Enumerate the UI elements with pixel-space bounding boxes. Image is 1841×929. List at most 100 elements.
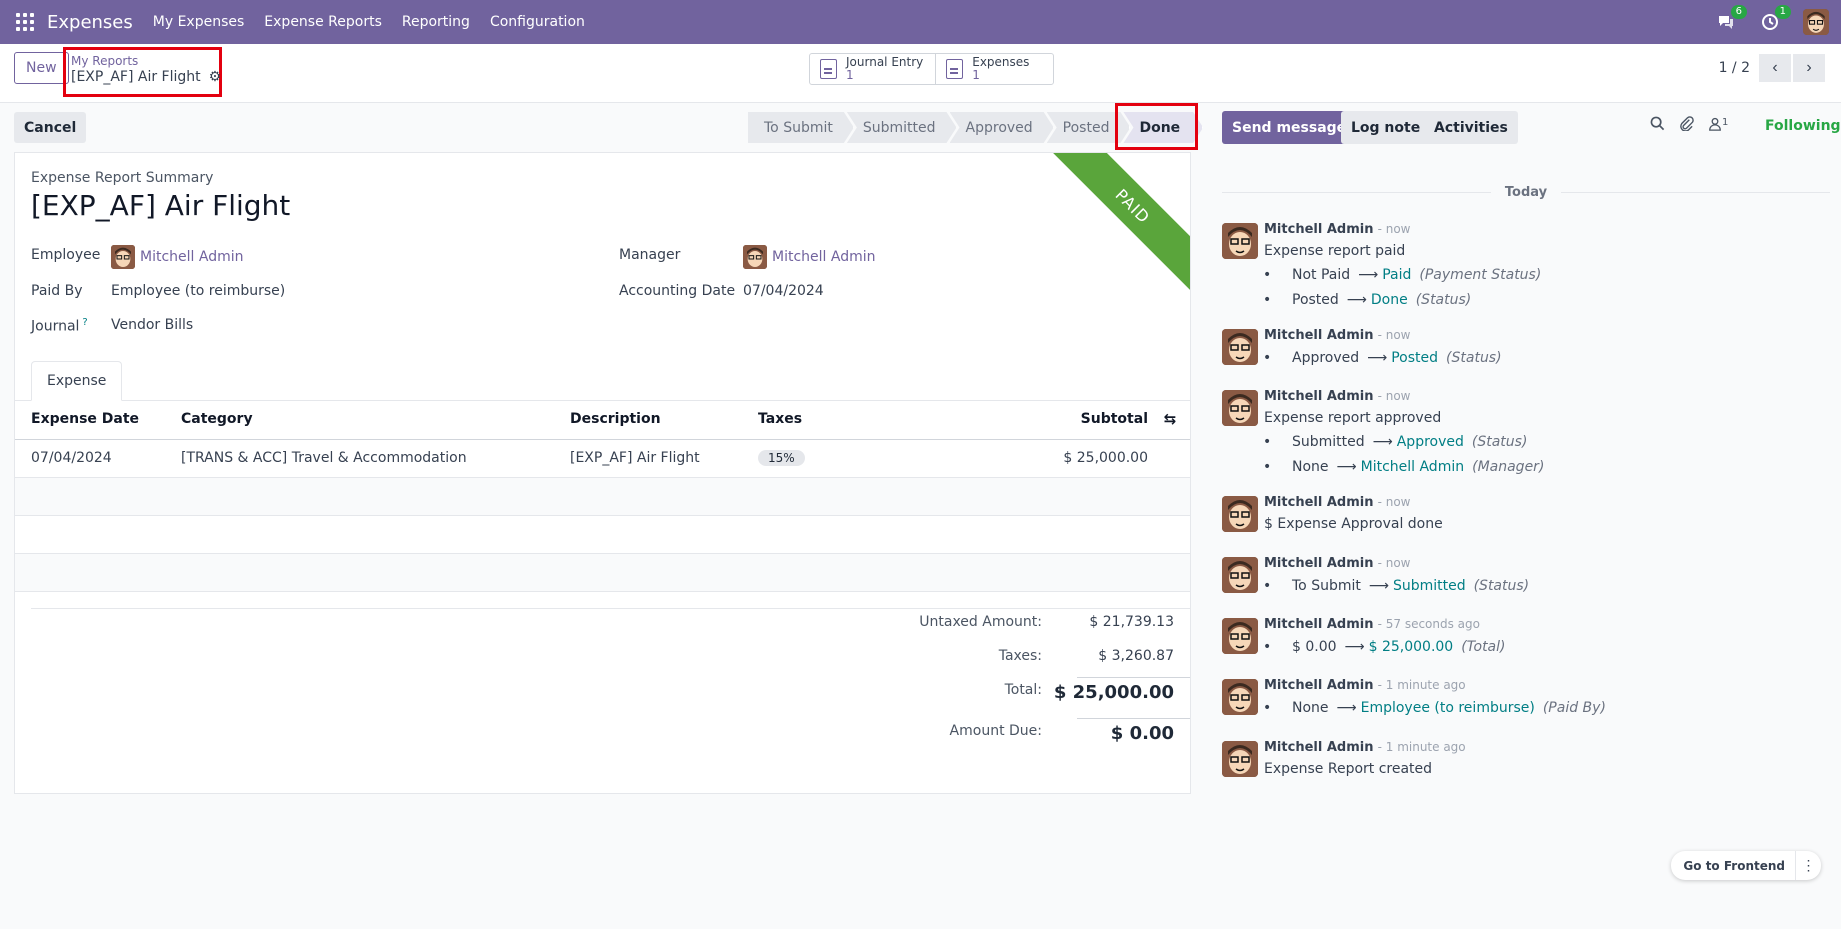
top-navbar: Expenses My Expenses Expense Reports Rep… (0, 0, 1841, 44)
document-icon (946, 59, 964, 79)
paid-ribbon: PAID (1045, 153, 1190, 294)
search-icon[interactable] (1650, 116, 1665, 135)
apps-grid-icon[interactable] (16, 13, 34, 31)
menu-configuration[interactable]: Configuration (490, 14, 585, 30)
kebab-icon: ⋮ (1801, 857, 1816, 873)
taxes-value: $ 3,260.87 (1098, 648, 1174, 664)
long-arrow-right-icon: ⟶ (1358, 267, 1379, 283)
column-expense-date[interactable]: Expense Date (15, 400, 181, 440)
journal-entry-smart-button[interactable]: Journal Entry 1 (810, 54, 937, 84)
old-value: Approved (1292, 350, 1360, 366)
activities-clock-icon[interactable]: 1 (1759, 5, 1791, 33)
tracking-value: None ⟶Mitchell Admin (Manager) (1263, 455, 1824, 480)
page-title[interactable]: [EXP_AF] Air Flight (31, 189, 290, 222)
tracked-field-name: (Total) (1461, 639, 1506, 655)
gear-icon[interactable]: ⚙ (209, 68, 222, 86)
user-icon (1708, 117, 1722, 135)
following-button[interactable]: Following (1765, 118, 1841, 134)
tracking-values: None ⟶Employee (to reimburse) (Paid By) (1263, 696, 1824, 721)
new-value: Employee (to reimburse) (1360, 700, 1535, 716)
optional-columns-toggle[interactable]: ⇆ (1148, 400, 1190, 440)
followers-button[interactable]: 1 (1708, 117, 1728, 135)
message-date: - now (1377, 389, 1411, 403)
column-taxes[interactable]: Taxes (758, 400, 958, 440)
expenses-smart-button[interactable]: Expenses 1 (936, 54, 1053, 84)
avatar[interactable] (1222, 390, 1258, 426)
log-note-button[interactable]: Log note (1341, 111, 1431, 144)
message-author[interactable]: Mitchell Admin (1264, 222, 1373, 237)
paid-by-value[interactable]: Employee (to reimburse) (111, 283, 285, 299)
avatar[interactable] (1222, 618, 1258, 654)
stage-done[interactable]: Done (1123, 112, 1203, 143)
column-subtotal[interactable]: Subtotal (958, 400, 1148, 440)
avatar[interactable] (1222, 496, 1258, 532)
table-row[interactable]: 07/04/2024 [TRANS & ACC] Travel & Accomm… (15, 439, 1190, 478)
breadcrumb-parent-my-reports[interactable]: My Reports (71, 54, 214, 68)
long-arrow-right-icon: ⟶ (1344, 639, 1365, 655)
pager-value[interactable]: 1 / 2 (1719, 60, 1750, 76)
tab-expense[interactable]: Expense (31, 361, 123, 401)
cancel-button[interactable]: Cancel (14, 112, 87, 143)
message-author[interactable]: Mitchell Admin (1264, 495, 1373, 510)
messages-icon[interactable]: 6 (1715, 5, 1747, 33)
tracking-value: Not Paid ⟶Paid (Payment Status) (1263, 263, 1824, 288)
accounting-date-value[interactable]: 07/04/2024 (743, 283, 824, 299)
help-tooltip-icon[interactable]: ? (82, 317, 87, 328)
tracking-value: $ 0.00 ⟶$ 25,000.00 (Total) (1263, 635, 1824, 660)
pager-previous-button[interactable]: ‹ (1759, 54, 1791, 82)
message-author[interactable]: Mitchell Admin (1264, 328, 1373, 343)
new-value: $ 25,000.00 (1368, 639, 1454, 655)
old-value: Submitted (1292, 434, 1365, 450)
untaxed-amount-label: Untaxed Amount: (919, 614, 1042, 630)
send-message-button[interactable]: Send message (1222, 111, 1357, 144)
go-to-frontend-button[interactable]: Go to Frontend (1671, 851, 1795, 880)
message-text: $ Expense Approval done (1264, 516, 1443, 532)
new-value: Mitchell Admin (1360, 459, 1465, 475)
message-date: - now (1377, 556, 1411, 570)
document-icon (820, 59, 837, 79)
avatar[interactable] (1222, 223, 1258, 259)
avatar[interactable] (1222, 557, 1258, 593)
total-label: Total: (1004, 682, 1042, 698)
sliders-icon: ⇆ (1163, 410, 1177, 429)
message-author[interactable]: Mitchell Admin (1264, 556, 1373, 571)
user-avatar[interactable] (1803, 9, 1829, 35)
employee-field[interactable]: Mitchell Admin (111, 245, 244, 269)
avatar[interactable] (1222, 679, 1258, 715)
totals-divider (31, 608, 1190, 609)
control-panel: New My Reports [EXP_AF] Air Flight ⚙ Jou… (0, 44, 1841, 103)
message-author[interactable]: Mitchell Admin (1264, 389, 1373, 404)
activities-button[interactable]: Activities (1424, 111, 1518, 144)
more-options-button[interactable]: ⋮ (1795, 851, 1821, 880)
message-author[interactable]: Mitchell Admin (1264, 740, 1373, 755)
journal-value[interactable]: Vendor Bills (111, 317, 193, 333)
stage-to-submit[interactable]: To Submit (748, 112, 854, 143)
frontend-widget: Go to Frontend ⋮ (1671, 851, 1821, 880)
manager-value: Mitchell Admin (772, 249, 876, 265)
menu-reporting[interactable]: Reporting (402, 14, 470, 30)
stage-posted[interactable]: Posted (1047, 112, 1131, 143)
message-text: Expense report approved (1264, 410, 1442, 426)
message-text: Expense Report created (1264, 761, 1433, 777)
new-button[interactable]: New (14, 52, 69, 84)
long-arrow-right-icon: ⟶ (1346, 292, 1367, 308)
manager-label: Manager (619, 247, 681, 263)
pager-next-button[interactable]: › (1793, 54, 1825, 82)
menu-expense-reports[interactable]: Expense Reports (264, 14, 382, 30)
message-author[interactable]: Mitchell Admin (1264, 678, 1373, 693)
avatar[interactable] (1222, 329, 1258, 365)
stage-approved[interactable]: Approved (950, 112, 1054, 143)
column-category[interactable]: Category (181, 400, 570, 440)
message-author[interactable]: Mitchell Admin (1264, 617, 1373, 632)
line-subtotal: $ 25,000.00 (958, 439, 1148, 478)
amount-due-value: $ 0.00 (1110, 723, 1174, 744)
new-value: Posted (1391, 350, 1439, 366)
avatar[interactable] (1222, 741, 1258, 777)
manager-field[interactable]: Mitchell Admin (743, 245, 876, 269)
menu-my-expenses[interactable]: My Expenses (153, 14, 245, 30)
app-brand[interactable]: Expenses (47, 12, 133, 33)
untaxed-amount-value: $ 21,739.13 (1089, 614, 1174, 630)
column-description[interactable]: Description (570, 400, 758, 440)
paperclip-icon[interactable] (1679, 116, 1694, 135)
stage-submitted[interactable]: Submitted (847, 112, 957, 143)
